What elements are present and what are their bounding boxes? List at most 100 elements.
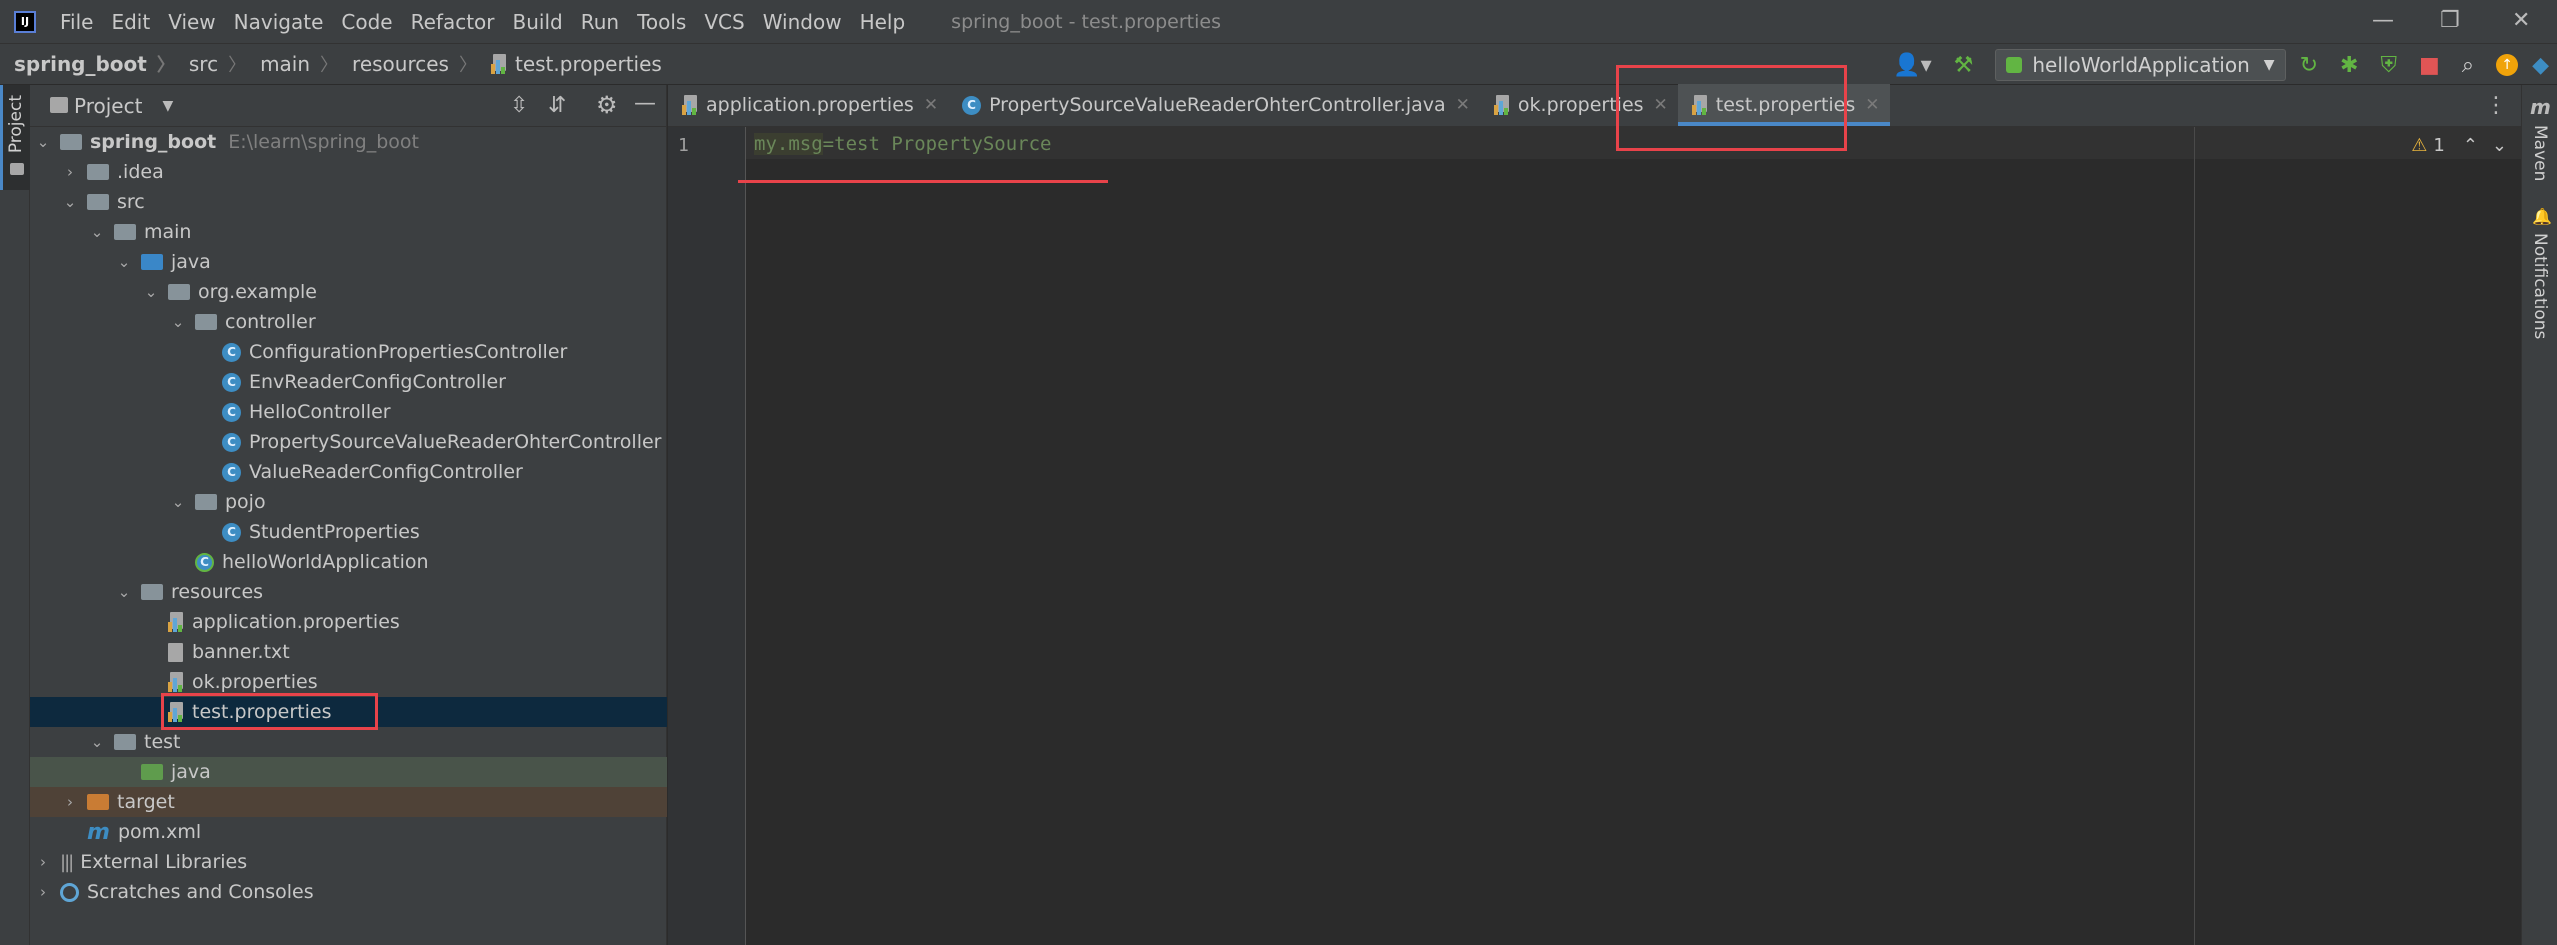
chevron-down-icon[interactable]: ⌄ — [61, 193, 79, 211]
code-line-1[interactable]: my.msg=test PropertySource — [754, 133, 1051, 155]
breadcrumb-main[interactable]: main 〉 — [260, 51, 338, 77]
properties-file-icon — [168, 672, 186, 692]
expand-all-icon[interactable]: ⇳ — [510, 93, 528, 118]
chevron-down-icon[interactable]: ⌄ — [115, 253, 133, 271]
more-options-icon[interactable]: ⋮ — [2485, 93, 2507, 118]
close-tab-icon[interactable]: ✕ — [1456, 95, 1470, 115]
close-tab-icon[interactable]: ✕ — [924, 95, 938, 115]
project-panel-title[interactable]: Project — [74, 94, 142, 118]
collapse-all-icon[interactable]: ⇵ — [548, 93, 566, 118]
excluded-folder-icon — [87, 794, 109, 810]
chevron-right-icon[interactable]: › — [34, 853, 52, 871]
hide-panel-icon[interactable]: — — [634, 91, 656, 116]
chevron-down-icon[interactable]: ⌄ — [34, 133, 52, 151]
editor-tab-label: application.properties — [706, 94, 914, 116]
highlight-underline-code — [738, 180, 1108, 183]
tree-item[interactable]: C PropertySourceValueReaderOhterControlle… — [30, 427, 667, 457]
menu-item-build[interactable]: Build — [513, 10, 563, 34]
chevron-down-icon[interactable]: ⌄ — [115, 583, 133, 601]
tree-item[interactable]: ⌄ main — [30, 217, 667, 247]
editor-tab[interactable]: application.properties ✕ — [668, 84, 948, 126]
tree-item[interactable]: ⌄ java — [30, 247, 667, 277]
menu-item-file[interactable]: File — [60, 10, 93, 34]
tree-item[interactable]: › ||| External Libraries — [30, 847, 667, 877]
coverage-icon[interactable]: ⛨ — [2380, 53, 2397, 78]
breadcrumb-label: resources — [352, 52, 449, 76]
tree-item[interactable]: ⌄ test — [30, 727, 667, 757]
tree-item[interactable]: › Scratches and Consoles — [30, 877, 667, 907]
chevron-down-icon[interactable]: ⌄ — [2492, 135, 2507, 156]
package-icon — [195, 494, 217, 510]
minimize-icon[interactable]: — — [2372, 8, 2394, 33]
tree-item[interactable]: C HelloController — [30, 397, 667, 427]
tree-item[interactable]: C ValueReaderConfigController — [30, 457, 667, 487]
tree-item[interactable]: ⌄ org.example — [30, 277, 667, 307]
menu-item-run[interactable]: Run — [581, 10, 619, 34]
chevron-down-icon[interactable]: ⌄ — [169, 493, 187, 511]
tree-item[interactable]: ⌄ src — [30, 187, 667, 217]
tree-item[interactable]: › .idea — [30, 157, 667, 187]
rerun-icon[interactable]: ↻ — [2300, 53, 2318, 78]
menu-item-tools[interactable]: Tools — [637, 10, 686, 34]
tree-item[interactable]: ⌄ spring_boot E:\learn\spring_boot — [30, 127, 667, 157]
chevron-up-icon[interactable]: ⌃ — [2463, 135, 2478, 156]
menu-item-help[interactable]: Help — [860, 10, 906, 34]
tree-item[interactable]: ⌄ pojo — [30, 487, 667, 517]
menu-item-navigate[interactable]: Navigate — [234, 10, 324, 34]
tree-item[interactable]: java — [30, 757, 667, 787]
menu-item-view[interactable]: View — [168, 10, 215, 34]
debug-icon[interactable]: ✱ — [2340, 53, 2358, 78]
maven-tool-tab[interactable]: Maven — [2530, 125, 2550, 181]
tree-item[interactable]: ChelloWorldApplication — [30, 547, 667, 577]
chevron-down-icon[interactable]: ⌄ — [142, 283, 160, 301]
tree-item[interactable]: m pom.xml — [30, 817, 667, 847]
menu-item-vcs[interactable]: VCS — [704, 10, 744, 34]
tree-item[interactable]: › target — [30, 787, 667, 817]
chevron-right-icon[interactable]: › — [61, 793, 79, 811]
tree-item[interactable]: C StudentProperties — [30, 517, 667, 547]
editor-tab[interactable]: C PropertySourceValueReaderOhterControlle… — [948, 84, 1480, 126]
gear-icon[interactable]: ⚙ — [596, 91, 618, 119]
close-window-icon[interactable]: ✕ — [2512, 8, 2530, 33]
breadcrumb-src[interactable]: src 〉 — [189, 51, 246, 77]
chevron-down-icon[interactable]: ⌄ — [88, 223, 106, 241]
menu-item-edit[interactable]: Edit — [111, 10, 150, 34]
project-tool-tab[interactable]: Project — [0, 85, 30, 190]
editor-tabs: application.properties ✕ C PropertySourceVa… — [668, 84, 2521, 127]
user-icon[interactable]: 👤▾ — [1893, 53, 1931, 78]
search-icon[interactable]: ⌕ — [2462, 53, 2474, 78]
tree-item-label: PropertySourceValueReaderOhterController — [249, 431, 662, 453]
menu-item-window[interactable]: Window — [763, 10, 842, 34]
breadcrumb-label: src — [188, 52, 219, 76]
update-icon[interactable]: ↑ — [2496, 54, 2519, 76]
restore-icon[interactable]: ❐ — [2440, 8, 2460, 33]
notifications-tool-tab[interactable]: Notifications — [2530, 233, 2550, 339]
close-tab-icon[interactable]: ✕ — [1865, 95, 1879, 115]
chevron-down-icon[interactable]: ⌄ — [169, 313, 187, 331]
chevron-right-icon[interactable]: › — [61, 163, 79, 181]
menu-item-refactor[interactable]: Refactor — [411, 10, 495, 34]
tree-item[interactable]: banner.txt — [30, 637, 667, 667]
chevron-right-icon[interactable]: › — [34, 883, 52, 901]
build-hammer-icon[interactable]: ⚒ — [1954, 53, 1974, 78]
chevron-down-icon[interactable]: ⌄ — [88, 733, 106, 751]
chevron-down-icon: ▼ — [2263, 57, 2275, 73]
tree-item[interactable]: ⌄ resources — [30, 577, 667, 607]
menu-items: File Edit View Navigate Code Refactor Build Run… — [60, 10, 923, 34]
breadcrumb-file[interactable]: test.properties — [490, 52, 662, 76]
chevron-down-icon[interactable]: ▼ — [162, 98, 173, 114]
breadcrumb-project[interactable]: spring_boot 〉 — [14, 51, 175, 77]
project-tool-tab-label: Project — [6, 95, 26, 154]
inspection-widget[interactable]: ⚠ 1 ⌃ ⌄ — [2411, 135, 2507, 156]
menu-item-code[interactable]: Code — [341, 10, 392, 34]
tree-item[interactable]: C ConfigurationPropertiesController — [30, 337, 667, 367]
libraries-icon: ||| — [60, 851, 74, 873]
stop-icon[interactable]: ■ — [2419, 53, 2440, 78]
run-configuration-select[interactable]: helloWorldApplication ▼ — [1995, 49, 2286, 81]
tree-item[interactable]: ⌄ controller — [30, 307, 667, 337]
tree-item[interactable]: C EnvReaderConfigController — [30, 367, 667, 397]
jetbrains-toolbox-icon[interactable]: ◆ — [2532, 53, 2549, 78]
tree-item[interactable]: application.properties — [30, 607, 667, 637]
module-folder-icon — [60, 134, 82, 150]
breadcrumb-resources[interactable]: resources 〉 — [352, 51, 477, 77]
